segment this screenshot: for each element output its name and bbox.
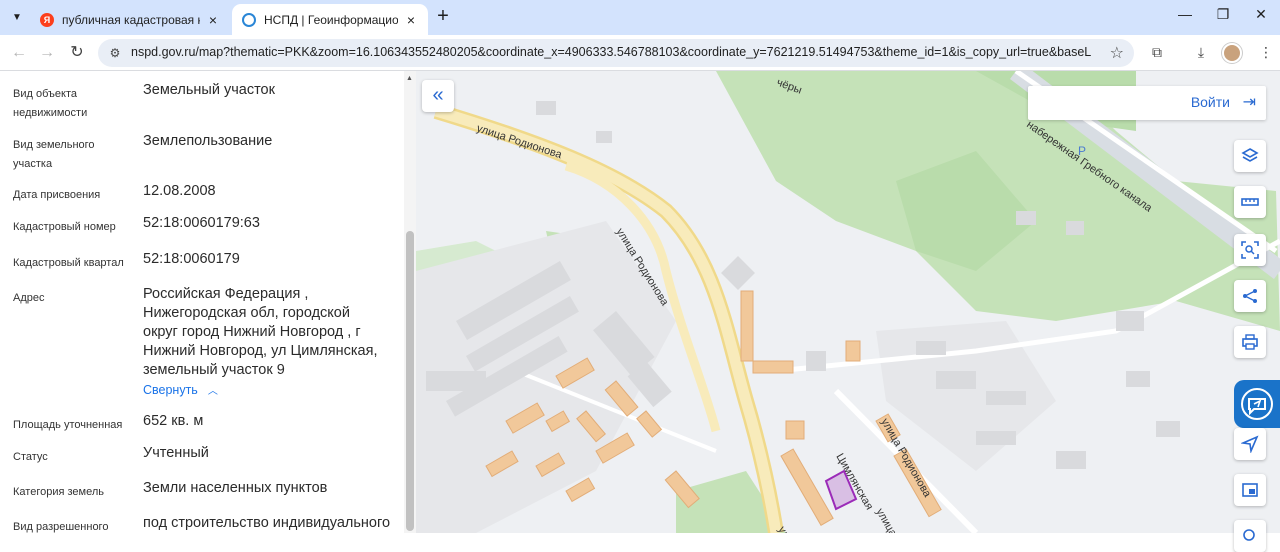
close-icon[interactable]: × bbox=[404, 12, 418, 28]
map-view-button[interactable] bbox=[1234, 474, 1266, 506]
nspd-icon bbox=[242, 12, 256, 27]
print-button[interactable] bbox=[1234, 326, 1266, 358]
window-close-button[interactable]: ✕ bbox=[1248, 6, 1274, 28]
collapse-label: Свернуть bbox=[143, 383, 198, 397]
info-label: Статус bbox=[13, 451, 48, 463]
search-icon bbox=[1243, 529, 1255, 541]
info-label: Вид объекта недвижимости bbox=[13, 88, 88, 119]
scroll-up-icon[interactable]: ▲ bbox=[406, 75, 413, 82]
close-icon[interactable]: × bbox=[206, 12, 220, 28]
chevrons-left-icon: « bbox=[432, 84, 444, 106]
collapse-link[interactable]: Свернуть ︿ bbox=[143, 381, 388, 401]
object-info-panel: Вид объекта недвижимости Земельный участ… bbox=[0, 71, 404, 533]
collapse-panel-button[interactable]: « bbox=[422, 80, 454, 112]
address-text: Российская Федерация , Нижегородская обл… bbox=[143, 286, 378, 378]
info-value: Учтенный bbox=[143, 445, 209, 461]
info-value: Землепользование bbox=[143, 133, 273, 149]
map-view-icon bbox=[1242, 483, 1258, 497]
assistant-icon bbox=[1241, 388, 1273, 420]
info-label: Кадастровый номер bbox=[13, 221, 116, 233]
tab-strip: ▼ Я публичная кадастровая карта × НСПД |… bbox=[0, 0, 1280, 35]
info-label: Адрес bbox=[13, 292, 45, 304]
locate-button[interactable] bbox=[1234, 428, 1266, 460]
street-label: улица bbox=[873, 507, 899, 534]
info-value: 652 кв. м bbox=[143, 413, 204, 429]
locate-icon bbox=[1241, 435, 1259, 453]
more-menu-icon[interactable]: ⋮ bbox=[1256, 44, 1276, 64]
info-value: 12.08.2008 bbox=[143, 183, 216, 199]
ruler-button[interactable] bbox=[1234, 186, 1266, 218]
layers-icon bbox=[1241, 148, 1259, 162]
info-value[interactable]: 52:18:0060179 bbox=[143, 250, 393, 269]
site-info-icon[interactable]: ⚙ bbox=[106, 44, 124, 62]
profile-avatar[interactable] bbox=[1222, 43, 1242, 63]
login-button[interactable]: Войти ⇥ bbox=[1028, 86, 1266, 120]
tab-nspd[interactable]: НСПД | Геоинформационный × bbox=[232, 4, 428, 35]
info-value: под строительство индивидуального bbox=[143, 515, 391, 531]
info-value[interactable]: 52:18:0060179:63 bbox=[143, 214, 393, 233]
search-map-button[interactable] bbox=[1234, 520, 1266, 552]
chevron-up-icon: ︿ bbox=[207, 386, 218, 397]
address-bar[interactable]: ⚙ nspd.gov.ru/map?thematic=PKK&zoom=16.1… bbox=[98, 39, 1134, 67]
layers-button[interactable] bbox=[1234, 140, 1266, 172]
back-button[interactable]: ← bbox=[8, 42, 30, 64]
tab-search-button[interactable]: ▼ bbox=[6, 7, 28, 27]
maximize-button[interactable]: ❐ bbox=[1210, 6, 1236, 28]
ruler-icon bbox=[1241, 198, 1259, 206]
reload-button[interactable]: ↻ bbox=[66, 42, 88, 64]
area-select-button[interactable] bbox=[1234, 234, 1266, 266]
info-value: Российская Федерация , Нижегородская обл… bbox=[143, 285, 388, 401]
info-label: Категория земель bbox=[13, 486, 104, 498]
assistant-button[interactable] bbox=[1234, 380, 1280, 428]
tab-title: НСПД | Геоинформационный bbox=[264, 12, 398, 27]
info-label: Площадь уточненная bbox=[13, 419, 123, 431]
browser-toolbar: ← → ↻ ⚙ nspd.gov.ru/map?thematic=PKK&zoo… bbox=[0, 35, 1280, 71]
login-label: Войти bbox=[1190, 94, 1230, 110]
share-icon bbox=[1243, 289, 1257, 303]
bookmark-star-icon[interactable]: ☆ bbox=[1110, 43, 1124, 63]
minimize-button[interactable]: — bbox=[1172, 6, 1198, 28]
chevron-down-icon: ▼ bbox=[12, 11, 22, 23]
print-icon bbox=[1242, 334, 1258, 350]
new-tab-button[interactable]: + bbox=[432, 6, 454, 28]
parking-label: P bbox=[1078, 144, 1086, 158]
info-label: Вид земельного участка bbox=[13, 139, 95, 170]
forward-button[interactable]: → bbox=[36, 42, 58, 64]
panel-scrollbar[interactable]: ▲ bbox=[404, 71, 416, 533]
url-text[interactable]: nspd.gov.ru/map?thematic=PKK&zoom=16.106… bbox=[131, 45, 1091, 59]
tab-pkk[interactable]: Я публичная кадастровая карта × bbox=[30, 4, 230, 35]
share-button[interactable] bbox=[1234, 280, 1266, 312]
info-label: Вид разрешенного bbox=[13, 521, 109, 533]
info-label: Дата присвоения bbox=[13, 189, 101, 201]
map-canvas[interactable]: улица Родионова улица Родионова улица Ро… bbox=[416, 71, 1280, 533]
tab-title: публичная кадастровая карта bbox=[62, 12, 200, 27]
downloads-icon[interactable]: ⤓ bbox=[1191, 44, 1211, 64]
extensions-icon[interactable]: ⧉ bbox=[1147, 44, 1167, 64]
map-svg: улица Родионова улица Родионова улица Ро… bbox=[416, 71, 1280, 533]
login-icon: ⇥ bbox=[1242, 94, 1256, 111]
info-label: Кадастровый квартал bbox=[13, 257, 124, 269]
info-value: Земельный участок bbox=[143, 82, 275, 98]
area-select-icon bbox=[1241, 241, 1259, 259]
info-value: Земли населенных пунктов bbox=[143, 480, 328, 496]
yandex-icon: Я bbox=[40, 12, 54, 27]
scrollbar-thumb[interactable] bbox=[406, 231, 414, 531]
